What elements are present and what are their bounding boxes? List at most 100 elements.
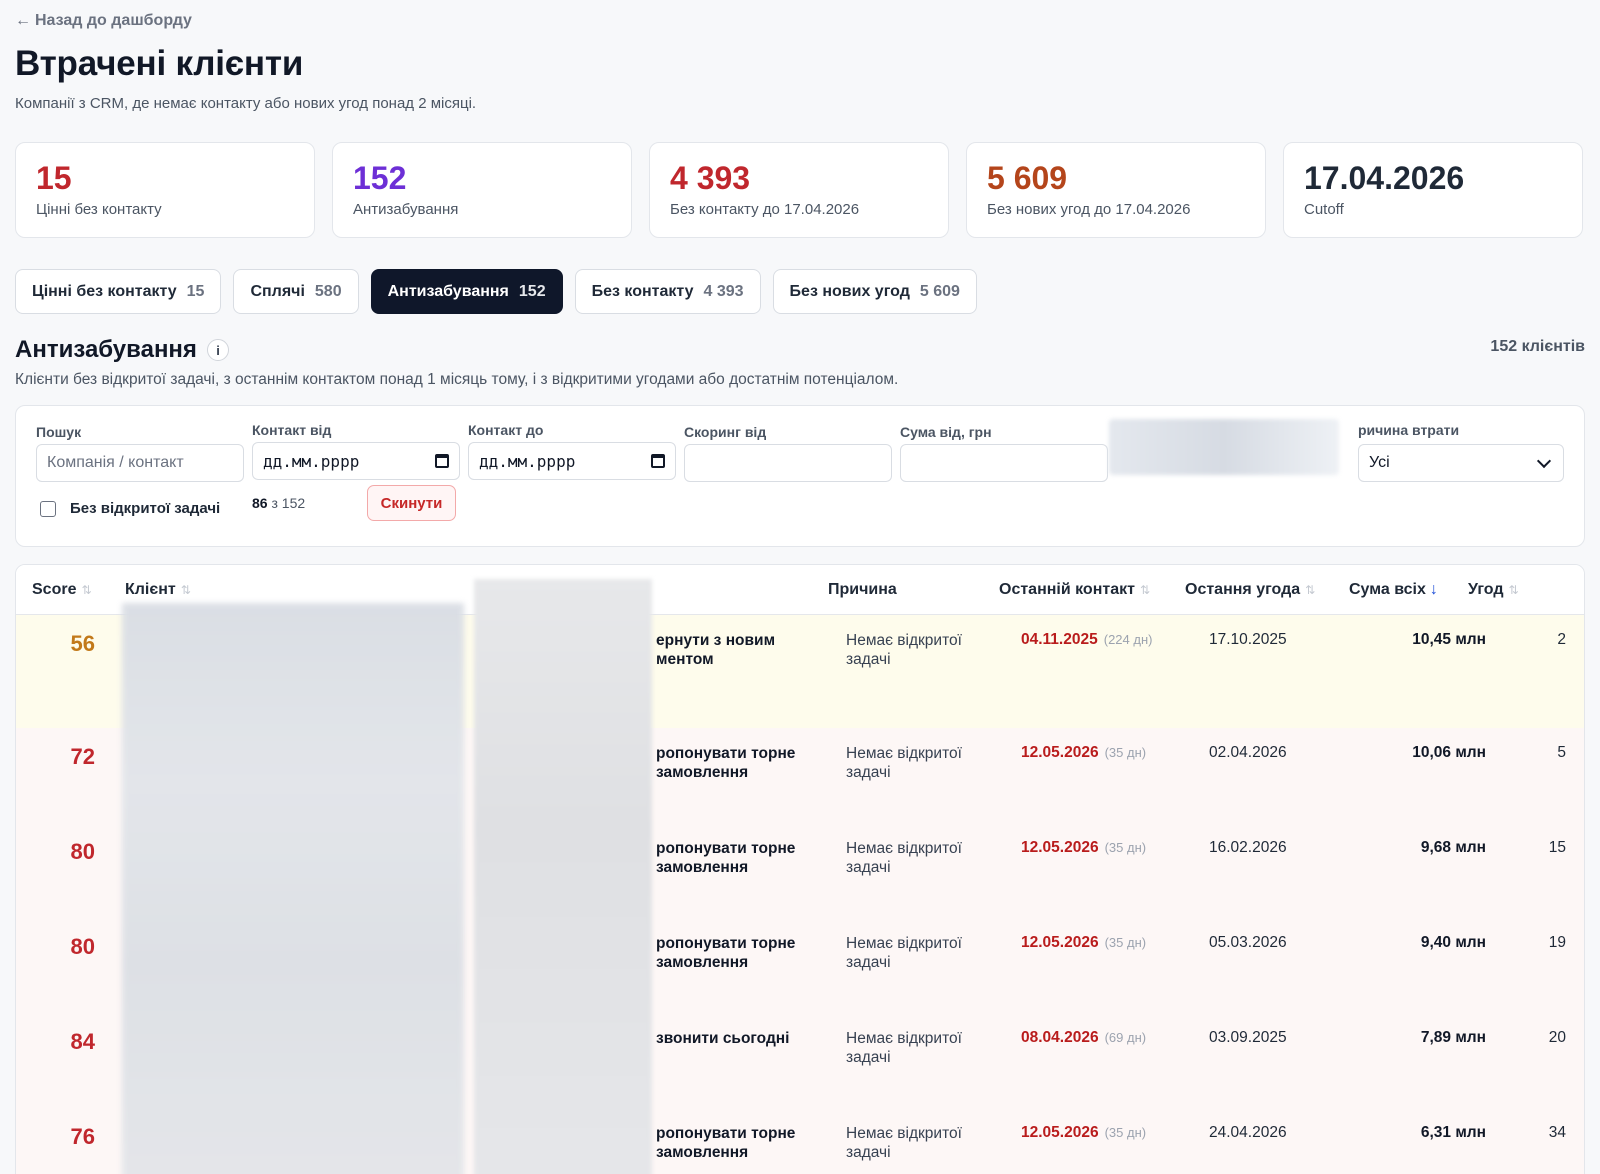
redacted-client-column (122, 603, 464, 1174)
stats-row: 15 Цінні без контакту 152 Антизабування … (15, 142, 1583, 238)
search-placeholder: Компанія / контакт (47, 454, 184, 471)
stat-card-no-contact: 4 393 Без контакту до 17.04.2026 (649, 142, 949, 238)
last-contact: 04.11.2025 (224 дн) (1021, 631, 1152, 649)
info-icon[interactable]: i (207, 339, 229, 361)
redacted-filter (1109, 419, 1339, 475)
contact-to-label: Контакт до (468, 422, 544, 438)
sum-total: 9,68 млн (1420, 839, 1486, 856)
sum-total: 10,45 млн (1412, 631, 1486, 648)
chevron-down-icon (1536, 453, 1552, 468)
last-contact-date: 12.05.2026 (1021, 934, 1099, 951)
header-label: Остання угода (1185, 581, 1301, 598)
sum-total: 6,31 млн (1420, 1124, 1486, 1141)
header-label: Причина (828, 581, 897, 598)
reason: Немає відкритої задачі (846, 1125, 962, 1161)
date-placeholder: дд.мм.рррр (479, 451, 576, 471)
loss-reason-value: Усі (1369, 454, 1390, 471)
page-title: Втрачені клієнти (15, 44, 304, 83)
stat-value: 17.04.2026 (1304, 160, 1465, 196)
days-since: (35 дн) (1104, 935, 1147, 950)
last-deal: 05.03.2026 (1209, 934, 1287, 951)
calendar-icon[interactable] (651, 454, 665, 468)
sort-icon: ⇅ (1139, 583, 1151, 597)
back-to-dashboard-link[interactable]: ← Назад до дашборду (15, 12, 192, 30)
redacted-column (474, 579, 652, 1174)
stat-label: Антизабування (353, 201, 459, 218)
last-deal: 24.04.2026 (1209, 1124, 1287, 1141)
section-description: Клієнти без відкритої задачі, з останнім… (15, 371, 899, 388)
search-input[interactable]: Компанія / контакт (36, 444, 244, 482)
reason: Немає відкритої задачі (846, 745, 962, 781)
days-since: (69 дн) (1104, 1030, 1147, 1045)
days-since: (35 дн) (1104, 745, 1147, 760)
tab-valuable-no-contact[interactable]: Цінні без контакту 15 (15, 269, 222, 314)
reset-button[interactable]: Скинути (367, 485, 456, 521)
days-since: (35 дн) (1104, 1125, 1147, 1140)
reason: Немає відкритої задачі (846, 840, 962, 876)
stat-card-antiforget: 152 Антизабування (332, 142, 632, 238)
tab-no-new-deals[interactable]: Без нових угод 5 609 (772, 269, 977, 314)
stat-label: Cutoff (1304, 201, 1344, 218)
sum-from-input[interactable] (900, 444, 1108, 482)
last-deal: 16.02.2026 (1209, 839, 1287, 856)
arrow-left-icon: ← (15, 12, 31, 29)
header-label: Клієнт (125, 581, 176, 598)
segment-tabs: Цінні без контакту 15 Сплячі 580 Антизабув… (15, 269, 977, 314)
tab-count: 4 393 (703, 282, 744, 300)
last-deal: 03.09.2025 (1209, 1029, 1287, 1046)
shown-total: з 152 (271, 495, 306, 511)
stat-card-no-deals: 5 609 Без нових угод до 17.04.2026 (966, 142, 1266, 238)
header-deals[interactable]: Угод ⇅ (1468, 581, 1519, 599)
loss-reason-select[interactable]: Усі (1358, 444, 1564, 482)
no-task-filter[interactable]: Без відкритої задачі (40, 500, 220, 517)
deals-count: 19 (1548, 934, 1566, 951)
sum-from-label: Сума від, грн (900, 424, 992, 440)
contact-from-date-input[interactable]: дд.мм.рррр (252, 442, 460, 480)
last-deal: 02.04.2026 (1209, 744, 1287, 761)
shown-count: 86 з 152 (252, 495, 305, 511)
deals-count: 5 (1557, 744, 1566, 761)
no-task-checkbox[interactable] (40, 500, 56, 517)
score-from-input[interactable] (684, 444, 892, 482)
score-value: 56 (70, 631, 95, 656)
header-label: Останній контакт (999, 581, 1135, 598)
contact-to-date-input[interactable]: дд.мм.рррр (468, 442, 676, 480)
header-last-contact[interactable]: Останній контакт ⇅ (999, 581, 1150, 599)
filter-panel: Пошук Компанія / контакт Контакт від дд.… (15, 405, 1585, 547)
loss-reason-label: ричина втрати (1358, 422, 1460, 438)
calendar-icon[interactable] (435, 454, 449, 468)
section-title: Антизабування (15, 336, 197, 363)
stat-value: 15 (36, 160, 72, 196)
last-contact: 12.05.2026 (35 дн) (1021, 1124, 1146, 1142)
sort-down-icon: ↓ (1429, 581, 1438, 598)
last-deal: 17.10.2025 (1209, 631, 1287, 648)
score-value: 80 (70, 839, 95, 864)
stat-label: Цінні без контакту (36, 201, 162, 218)
sort-icon: ⇅ (81, 583, 92, 597)
tab-sleeping[interactable]: Сплячі 580 (233, 269, 359, 314)
sort-icon: ⇅ (1305, 583, 1316, 597)
stat-value: 4 393 (670, 160, 751, 196)
header-score[interactable]: Score ⇅ (32, 581, 92, 599)
next-action: ропонувати торне замовлення (656, 840, 796, 876)
next-action: ропонувати торне замовлення (656, 745, 796, 781)
next-action: звонити сьогодні (656, 1030, 790, 1047)
last-contact-date: 12.05.2026 (1021, 839, 1099, 856)
tab-no-contact[interactable]: Без контакту 4 393 (574, 269, 761, 314)
last-contact: 08.04.2026 (69 дн) (1021, 1029, 1146, 1047)
stat-card-valuable: 15 Цінні без контакту (15, 142, 315, 238)
last-contact-date: 04.11.2025 (1021, 631, 1098, 648)
header-client[interactable]: Клієнт ⇅ (125, 581, 191, 599)
contact-from-label: Контакт від (252, 422, 332, 438)
header-sum[interactable]: Сума всіх ↓ (1349, 581, 1438, 599)
next-action: ропонувати торне замовлення (656, 935, 796, 971)
header-last-deal[interactable]: Остання угода ⇅ (1185, 581, 1315, 599)
tab-count: 15 (186, 282, 205, 300)
tab-antiforget[interactable]: Антизабування 152 (370, 269, 563, 314)
stat-card-cutoff: 17.04.2026 Cutoff (1283, 142, 1583, 238)
score-from-label: Скоринг від (684, 424, 767, 440)
stat-label: Без контакту до 17.04.2026 (670, 201, 860, 218)
sort-icon: ⇅ (180, 583, 191, 597)
tab-count: 152 (518, 282, 546, 300)
header-reason: Причина (828, 581, 897, 599)
